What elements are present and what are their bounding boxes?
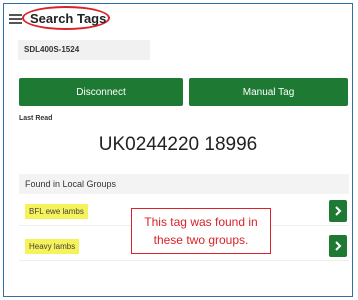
groups-section-header: Found in Local Groups: [19, 174, 349, 194]
manual-tag-button[interactable]: Manual Tag: [189, 78, 348, 106]
hamburger-menu-icon[interactable]: [9, 14, 22, 24]
annotation-line-2: these two groups.: [153, 233, 249, 247]
disconnect-button[interactable]: Disconnect: [19, 78, 183, 106]
annotation-callout: This tag was found in these two groups.: [131, 208, 271, 254]
group-label: BFL ewe lambs: [25, 204, 88, 219]
app-frame: Search Tags SDL400S-1524 Disconnect Manu…: [3, 3, 353, 297]
chevron-right-icon[interactable]: [329, 235, 347, 257]
group-label: Heavy lambs: [25, 239, 80, 254]
chevron-right-icon[interactable]: [329, 200, 347, 222]
annotation-line-1: This tag was found in: [144, 215, 258, 229]
header: Search Tags: [4, 4, 352, 34]
last-read-label: Last Read: [19, 115, 53, 122]
device-name-tab[interactable]: SDL400S-1524: [18, 40, 150, 60]
last-read-value: UK0244220 18996: [98, 134, 258, 155]
page-title: Search Tags: [30, 11, 107, 26]
